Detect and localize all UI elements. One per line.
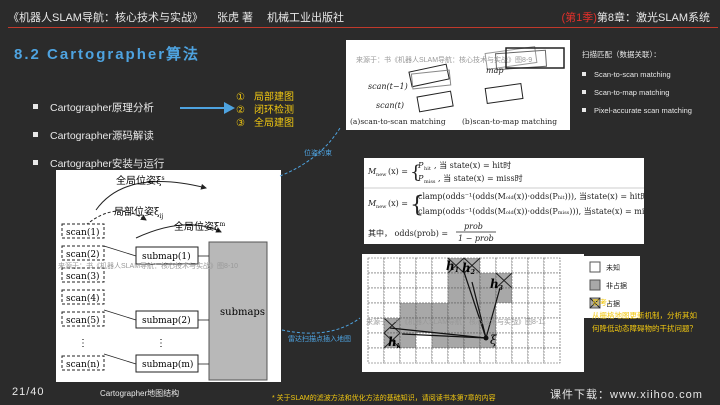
footnote: * 关于SLAM的滤波方法和优化方法的基础知识，请阅读书本第7章的内容 (272, 395, 496, 402)
download-link[interactable]: 课件下载：www.xiihoo.com (550, 386, 703, 402)
insert-map-label: 雷达扫描点插入地图 (288, 336, 351, 343)
connector-lines (279, 127, 361, 334)
pose-constraint-label: 位姿约束 (304, 150, 332, 157)
page-number: 21/40 (12, 386, 45, 398)
figure-caption: Cartographer地图结构 (100, 389, 180, 398)
